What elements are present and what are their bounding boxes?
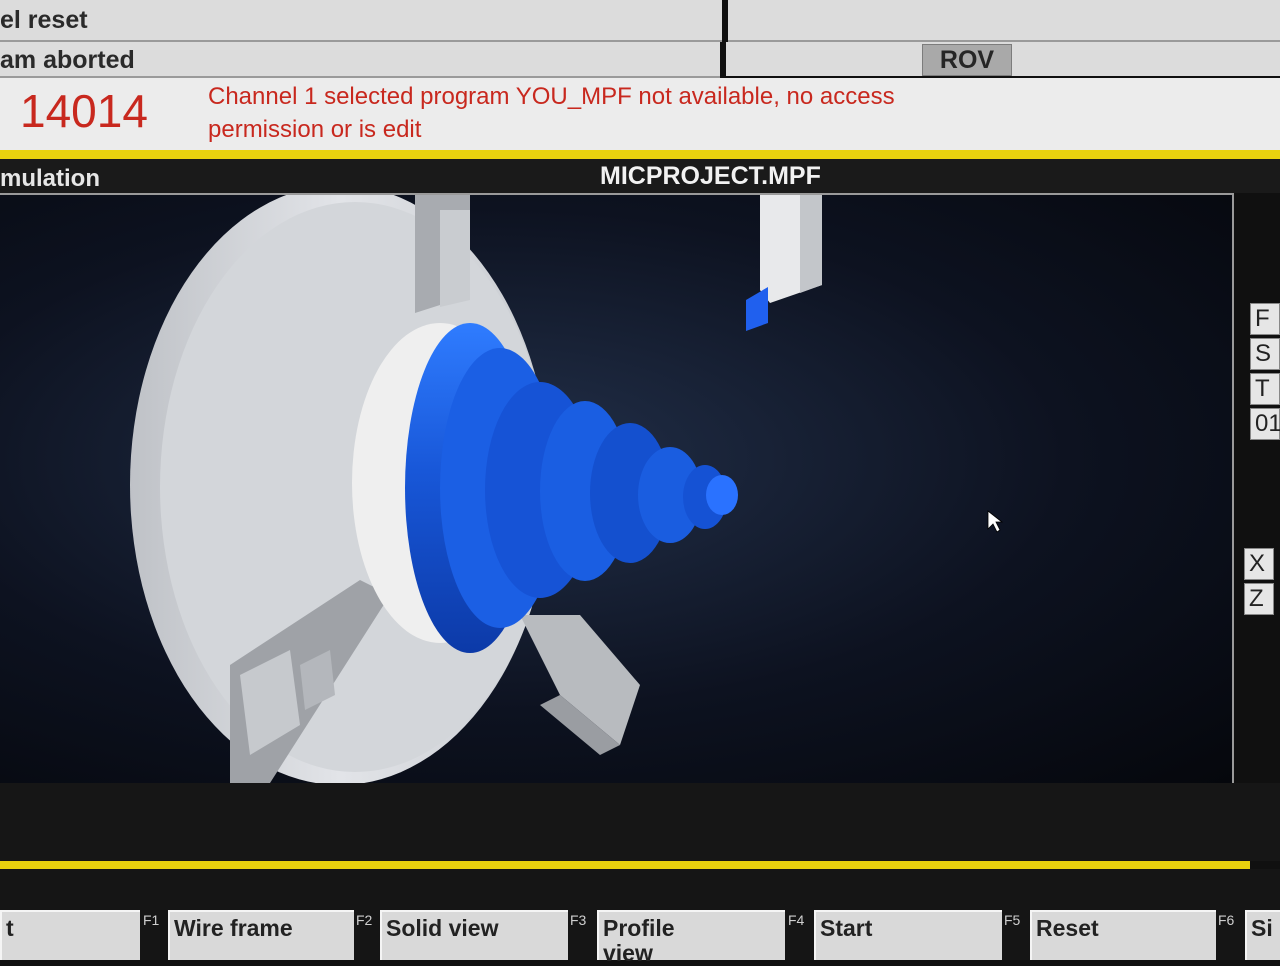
profile-view-button[interactable]: Profile view — [597, 910, 785, 966]
axis-item-tool-number: 01 — [1250, 408, 1280, 440]
alarm-message: Channel 1 selected program YOU_MPF not a… — [208, 80, 1028, 146]
alarm-message-line-1: Channel 1 selected program YOU_MPF not a… — [208, 83, 895, 110]
fkey-label-f2: F2 — [356, 912, 373, 928]
lathe-scene — [130, 195, 1004, 783]
fkey-label-f6: F6 — [1218, 912, 1235, 928]
lower-jaw-right — [520, 615, 640, 755]
workpiece — [405, 323, 738, 653]
status-row-1-right — [728, 0, 1280, 42]
fkey-label-f4: F4 — [788, 912, 805, 928]
simulation-label: mulation — [0, 165, 100, 192]
wire-frame-label: Wire frame — [174, 915, 293, 941]
profile-view-label: Profile view — [603, 915, 675, 966]
axis-item-t: T — [1250, 373, 1280, 405]
softkey-7-label: Si — [1251, 915, 1273, 941]
status-row-1: el reset — [0, 0, 722, 42]
upper-jaw — [415, 195, 470, 313]
mouse-cursor-icon — [987, 510, 1004, 533]
axis-item-s: S — [1250, 338, 1280, 370]
fkey-label-f5: F5 — [1004, 912, 1021, 928]
axis-coord-z: Z — [1244, 583, 1274, 615]
softkey-1[interactable]: t — [0, 910, 140, 960]
wire-frame-button[interactable]: Wire frame — [168, 910, 354, 960]
axis-coord-x: X — [1244, 548, 1274, 580]
yellow-divider-bottom — [0, 861, 1250, 869]
status-line-1: el reset — [0, 6, 88, 34]
reset-button[interactable]: Reset — [1030, 910, 1216, 960]
status-row-2: am aborted — [0, 42, 720, 78]
lower-panel — [0, 783, 1280, 861]
solid-view-label: Solid view — [386, 915, 499, 941]
status-line-2: am aborted — [0, 46, 135, 74]
solid-view-button[interactable]: Solid view — [380, 910, 568, 960]
start-label: Start — [820, 915, 873, 941]
axis-item-f: F — [1250, 303, 1280, 335]
softkey-7[interactable]: Si — [1245, 910, 1280, 960]
yellow-divider-top — [0, 150, 1280, 159]
fkey-label-f3: F3 — [570, 912, 587, 928]
start-button[interactable]: Start — [814, 910, 1002, 960]
rov-badge: ROV — [922, 44, 1012, 76]
alarm-message-line-2: permission or is edit — [208, 116, 422, 143]
fkey-label-f1: F1 — [143, 912, 160, 928]
program-title: MICPROJECT.MPF — [600, 162, 821, 190]
cutting-tool — [746, 195, 822, 331]
alarm-number: 14014 — [20, 85, 148, 137]
simulation-viewport[interactable] — [0, 193, 1234, 785]
reset-label: Reset — [1036, 915, 1099, 941]
softkey-1-label: t — [6, 915, 14, 941]
